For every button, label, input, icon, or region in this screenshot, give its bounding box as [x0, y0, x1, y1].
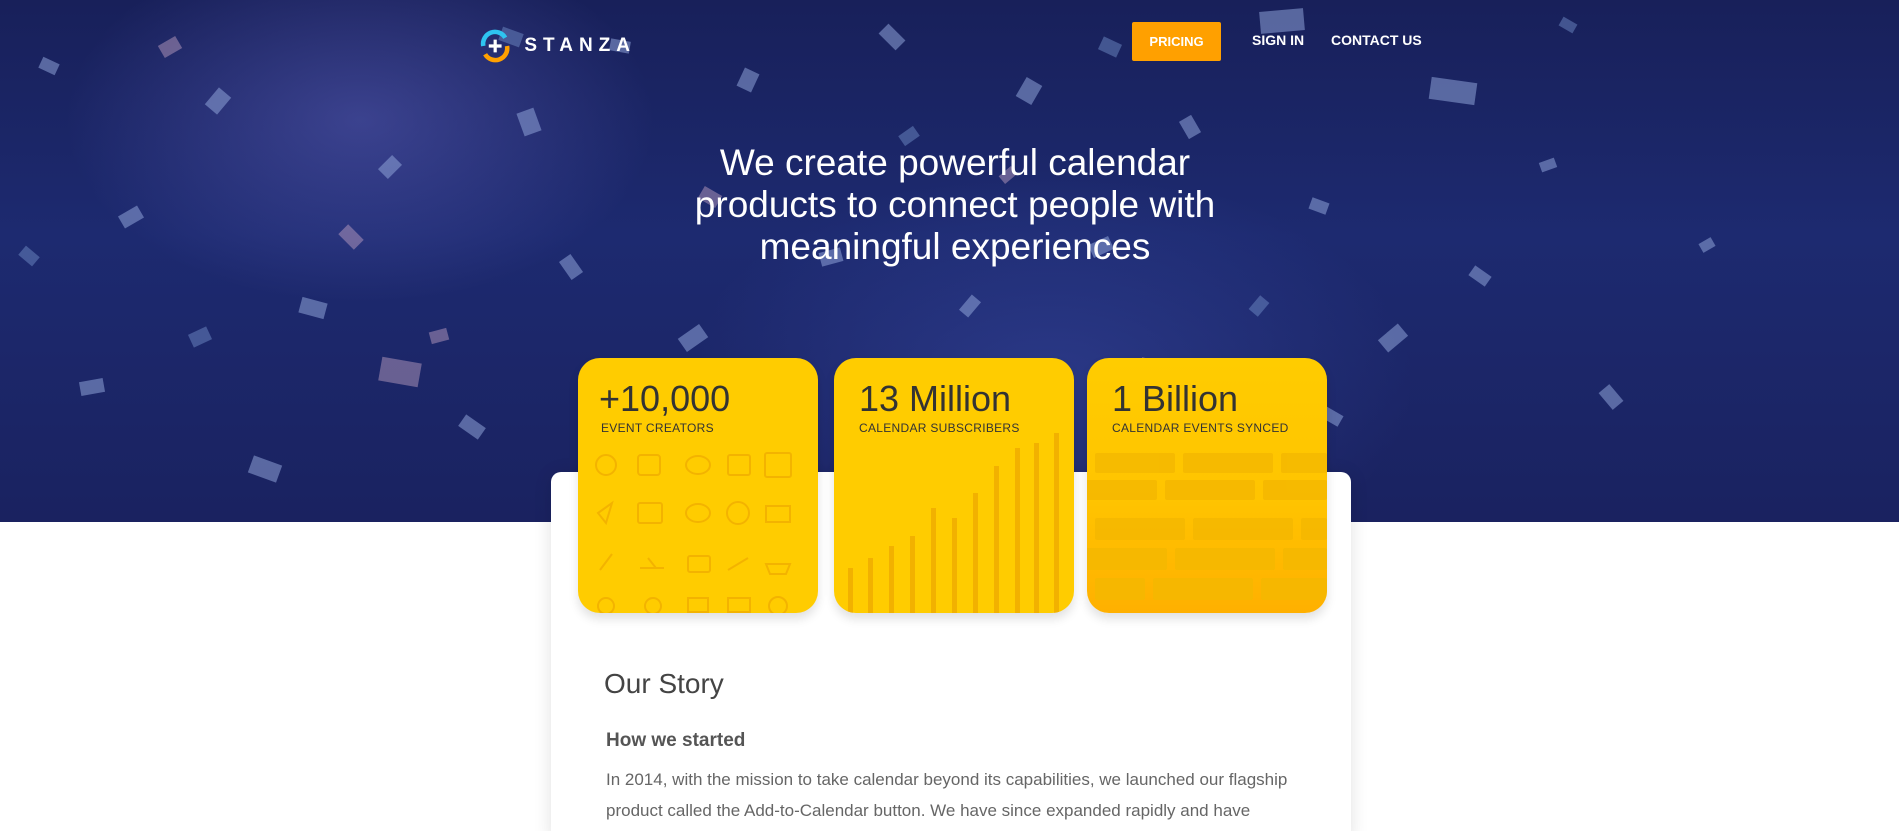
headline-line-1: We create powerful calendar	[719, 142, 1191, 183]
stat-card-calendar-events-synced: 1 Billion CALENDAR EVENTS SYNCED	[1087, 358, 1327, 613]
synced-events-grid	[1087, 453, 1327, 600]
story-subtitle: How we started	[606, 730, 746, 751]
stat-card-calendar-subscribers: 13 Million CALENDAR SUBSCRIBERS	[834, 358, 1074, 613]
headline-line-3: meaningful experiences	[759, 226, 1151, 267]
story-paragraph: In 2014, with the mission to take calend…	[606, 764, 1306, 826]
contact-us-link[interactable]: CONTACT US	[1331, 32, 1422, 48]
logo-icon	[480, 29, 510, 63]
headline-line-2: products to connect people with	[694, 184, 1216, 225]
event-category-icons	[595, 452, 792, 613]
story-paragraph-line-2: product called the Add-to-Calendar butto…	[606, 801, 1251, 820]
subscriber-growth-bars	[848, 433, 1059, 613]
hero-headline: We create powerful calendar products to …	[640, 142, 1270, 268]
story-title: Our Story	[604, 668, 724, 699]
stat-card-event-creators: +10,000 EVENT CREATORS	[578, 358, 818, 613]
sign-in-link[interactable]: SIGN IN	[1252, 32, 1304, 48]
brand-name: STANZA	[524, 35, 636, 56]
story-paragraph-line-1: In 2014, with the mission to take calend…	[606, 770, 1288, 789]
brand-logo[interactable]: STANZA	[476, 25, 636, 67]
pricing-button[interactable]: PRICING	[1132, 22, 1221, 61]
